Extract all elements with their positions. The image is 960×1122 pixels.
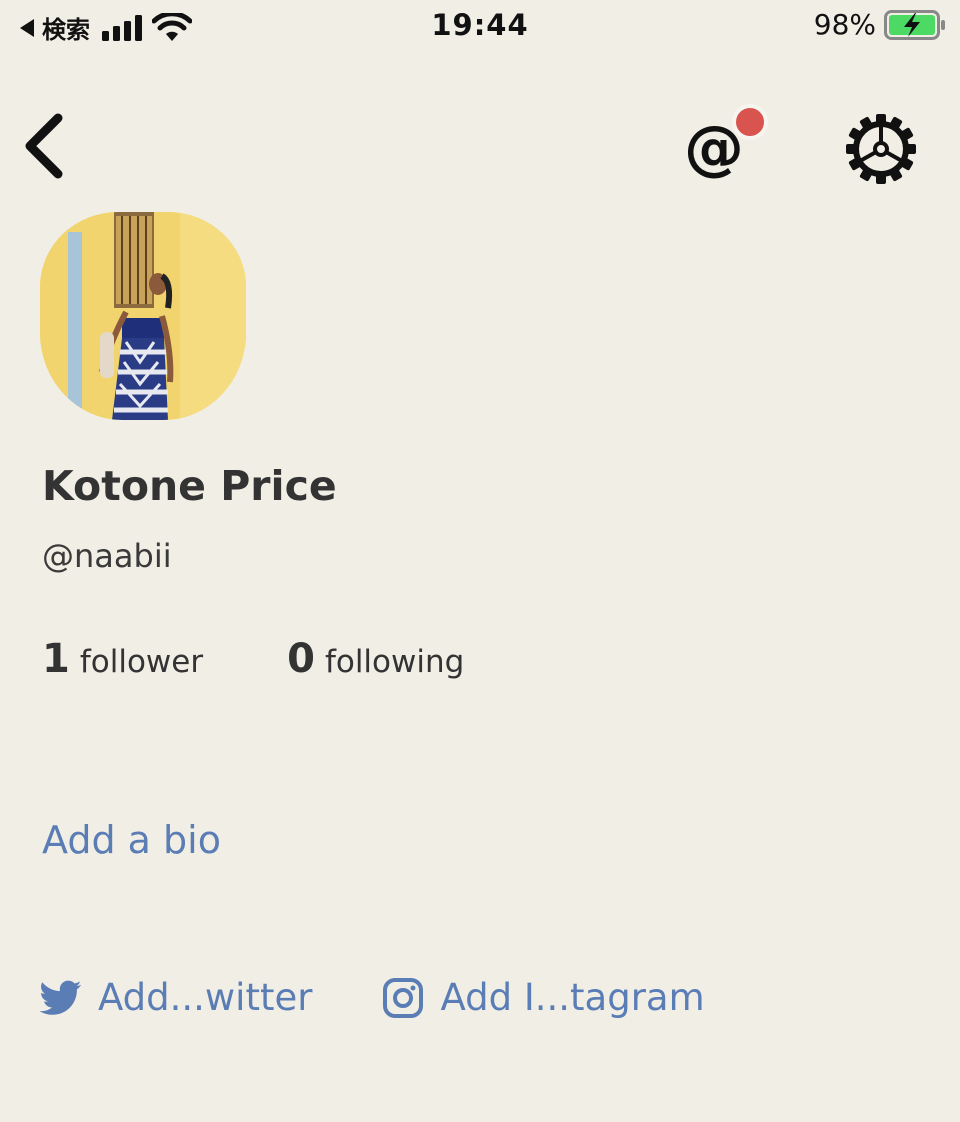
instagram-icon [383,977,424,1018]
following-stat[interactable]: 0 following [287,636,464,682]
add-instagram-link[interactable]: Add I...tagram [382,976,705,1019]
notification-dot [732,104,768,140]
following-count: 0 [287,636,315,682]
followers-stat[interactable]: 1 follower [42,636,203,682]
instagram-label: Add I...tagram [440,976,705,1019]
back-button[interactable] [18,108,70,184]
following-label: following [324,644,465,680]
twitter-label: Add...witter [98,976,313,1019]
profile-handle: @naabii [42,537,172,575]
status-bar: 検索 19:44 98% [0,0,960,56]
followers-label: follower [79,644,204,680]
add-bio-link[interactable]: Add a bio [42,818,221,862]
mentions-button[interactable]: @ [680,104,780,188]
status-right: 98% [814,8,946,41]
chevron-left-icon [25,113,63,179]
twitter-icon [40,980,82,1015]
followers-count: 1 [42,636,70,682]
add-twitter-link[interactable]: Add...witter [40,976,312,1019]
avatar-photo [40,212,246,420]
follow-stats: 1 follower 0 following [42,636,464,682]
gear-icon [846,114,916,184]
settings-button[interactable] [844,112,918,186]
battery-percent: 98% [813,8,876,41]
battery-charging-icon [884,9,945,40]
profile-name: Kotone Price [42,462,337,510]
avatar[interactable] [40,212,246,420]
social-links: Add...witter Add I...tagram [40,976,705,1019]
